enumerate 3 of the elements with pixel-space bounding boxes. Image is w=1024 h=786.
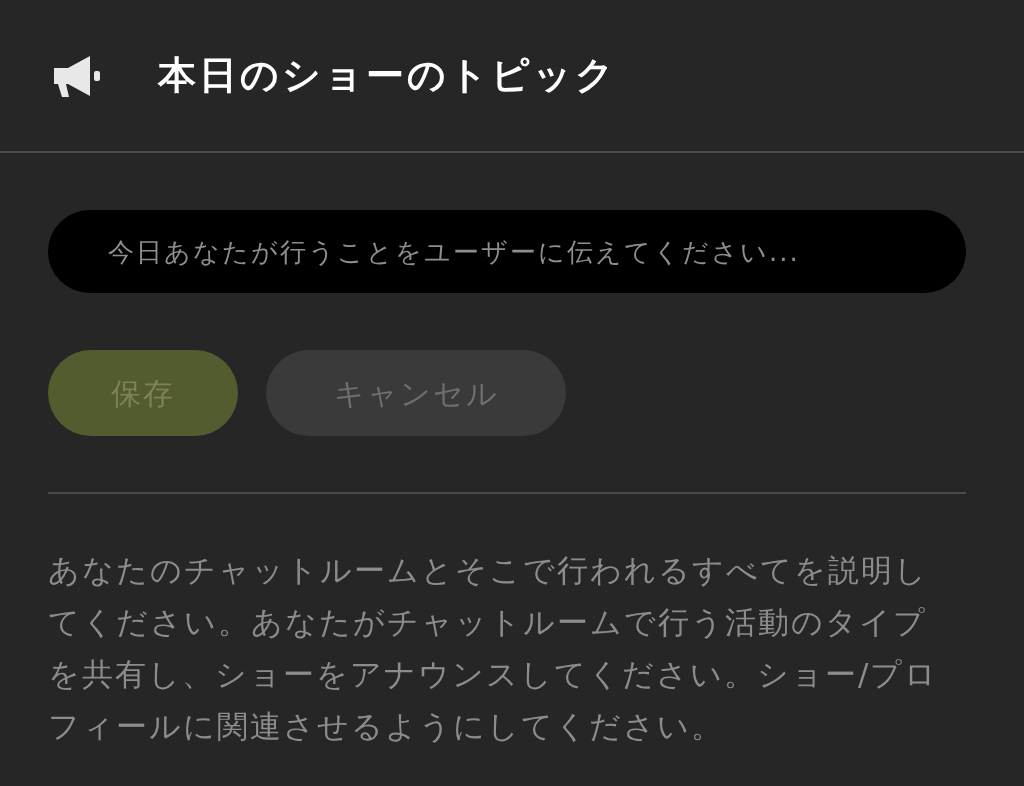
header-title: 本日のショーのトピック xyxy=(158,52,617,99)
topic-input-field[interactable]: 今日あなたが行うことをユーザーに伝えてください... xyxy=(48,210,966,293)
description-text: あなたのチャットルームとそこで行われるすべてを説明してください。あなたがチャットルームで行う活動のタイプを共有し、ショーをアナウンスしてください。ショー/プロフィールに関連させるようにしてください。 xyxy=(48,551,940,746)
